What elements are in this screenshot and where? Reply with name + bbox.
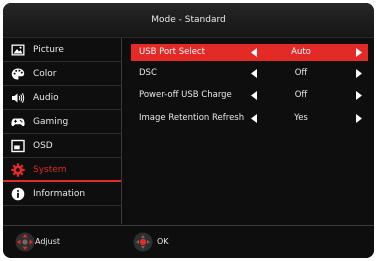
arrow-right-icon[interactable]: [356, 91, 362, 100]
sidebar-item-label: Gaming: [33, 117, 69, 127]
setting-value: Yes: [294, 113, 308, 123]
setting-label: Power-off USB Charge: [139, 90, 232, 100]
arrow-right-icon[interactable]: [356, 114, 362, 123]
joystick-adjust-icon: [15, 232, 35, 252]
page-title: Mode - Standard: [151, 15, 226, 25]
setting-label: USB Port Select: [139, 47, 205, 57]
setting-value: Auto: [291, 47, 311, 57]
speaker-icon: [12, 92, 25, 104]
sidebar-item-gaming[interactable]: Gaming: [3, 110, 121, 134]
info-icon: [11, 187, 25, 201]
setting-label: DSC: [139, 68, 157, 78]
picture-icon: [11, 44, 25, 56]
setting-row-image-retention-refresh[interactable]: Image Retention Refresh Yes: [131, 110, 368, 127]
setting-row-dsc[interactable]: DSC Off: [131, 65, 368, 82]
sidebar-item-label: Information: [33, 189, 86, 199]
gamepad-icon: [11, 118, 25, 127]
ok-label: OK: [157, 237, 169, 246]
setting-value: Off: [294, 68, 308, 78]
arrow-left-icon[interactable]: [251, 91, 257, 100]
palette-icon: [11, 68, 25, 80]
arrow-left-icon[interactable]: [251, 69, 257, 78]
joystick-press-icon: [133, 232, 153, 252]
arrow-right-icon[interactable]: [356, 69, 362, 78]
sidebar-item-label: Color: [33, 69, 57, 79]
sidebar-item-color[interactable]: Color: [3, 62, 121, 86]
sidebar-item-label: Audio: [33, 93, 59, 103]
setting-value: Off: [294, 90, 308, 100]
sidebar-item-osd[interactable]: OSD: [3, 134, 121, 158]
gear-icon: [11, 163, 25, 177]
settings-panel: USB Port Select Auto DSC Off Power-off U…: [125, 38, 374, 224]
menu-header: Mode - Standard: [3, 3, 374, 38]
sidebar-item-label: OSD: [33, 141, 53, 151]
footer-bar: Adjust OK: [3, 225, 374, 258]
arrow-left-icon[interactable]: [251, 114, 257, 123]
sidebar: Picture Color Audio Gaming OSD System In…: [3, 38, 122, 224]
setting-label: Image Retention Refresh: [139, 113, 245, 123]
sidebar-item-picture[interactable]: Picture: [3, 38, 121, 62]
setting-row-usb-port-select[interactable]: USB Port Select Auto: [131, 44, 368, 61]
arrow-right-icon[interactable]: [356, 48, 362, 57]
sidebar-item-label: System: [33, 165, 67, 175]
osd-menu: Mode - Standard Picture Color Audio Gami…: [3, 3, 374, 258]
osd-window-icon: [11, 139, 25, 153]
sidebar-item-audio[interactable]: Audio: [3, 86, 121, 110]
sidebar-item-information[interactable]: Information: [3, 182, 121, 206]
sidebar-item-label: Picture: [33, 45, 64, 55]
arrow-left-icon[interactable]: [251, 48, 257, 57]
sidebar-item-system[interactable]: System: [3, 158, 121, 182]
adjust-label: Adjust: [35, 237, 61, 246]
setting-row-power-off-usb-charge[interactable]: Power-off USB Charge Off: [131, 87, 368, 104]
